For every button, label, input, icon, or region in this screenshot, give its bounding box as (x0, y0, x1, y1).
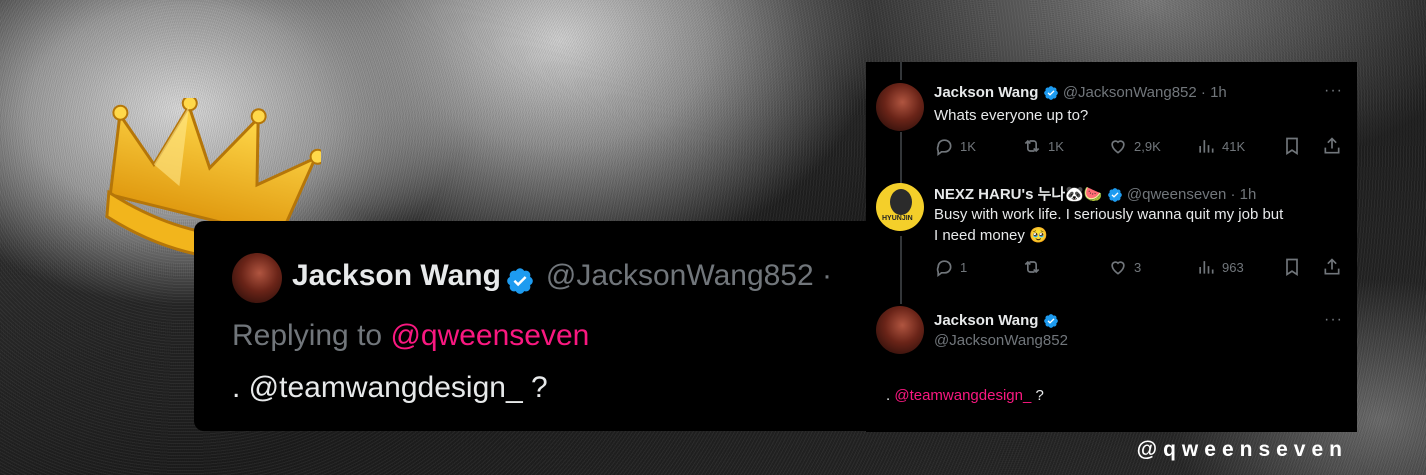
like-icon (1111, 261, 1125, 275)
watermark: @qweenseven (1136, 438, 1348, 461)
reply-button[interactable]: 1 (934, 257, 967, 277)
author-handle[interactable]: @JacksonWang852 · (546, 259, 832, 292)
thread-line (900, 236, 902, 304)
repost-icon (1024, 139, 1040, 153)
repost-button[interactable] (1022, 257, 1048, 277)
text-suffix: ? (1031, 387, 1044, 404)
tweet1-header: Jackson Wang @JacksonWang852 · 1h (934, 84, 1227, 101)
verified-icon (1107, 188, 1122, 202)
big-tweet-card: Jackson Wang @JacksonWang852 · Replying … (194, 221, 894, 431)
like-button[interactable]: 2,9K (1108, 136, 1161, 156)
repost-icon (1024, 260, 1040, 274)
tweet3-header: Jackson Wang (934, 312, 1059, 329)
author-handle[interactable]: @JacksonWang852 · 1h (1063, 84, 1227, 101)
share-button[interactable] (1322, 257, 1342, 277)
share-button[interactable] (1322, 136, 1342, 156)
avatar-face (890, 189, 912, 215)
tweet1-text: Whats everyone up to? (934, 107, 1089, 124)
author-name[interactable]: Jackson Wang (292, 259, 501, 292)
views-icon (1199, 140, 1214, 153)
thread-line (900, 132, 902, 184)
reply-icon (936, 260, 952, 277)
tweet1-actions: 1K 1K 2,9K 41K (934, 136, 1340, 156)
mention-link[interactable]: @teamwangdesign_ (894, 387, 1031, 404)
like-count: 3 (1134, 259, 1142, 275)
views-count: 963 (1222, 259, 1244, 275)
more-icon[interactable]: ··· (1324, 82, 1343, 100)
bookmark-icon (1286, 137, 1298, 156)
replying-handle-link[interactable]: @qweenseven (390, 319, 589, 352)
tweet2-text-line1: Busy with work life. I seriously wanna q… (934, 206, 1284, 223)
author-name[interactable]: NEXZ HARU's 누나🐼🍉 (934, 186, 1103, 203)
author-handle[interactable]: @qweenseven · 1h (1127, 186, 1256, 203)
repost-count: 1K (1048, 138, 1064, 154)
views-button[interactable]: 41K (1196, 136, 1245, 156)
avatar[interactable] (876, 83, 924, 131)
reply-count: 1 (960, 259, 968, 275)
author-name[interactable]: Jackson Wang (934, 84, 1038, 101)
repost-button[interactable]: 1K (1022, 136, 1064, 156)
avatar-label: HYUNJIN (882, 215, 913, 222)
tweet3-text: . @teamwangdesign_ ? (886, 385, 1044, 406)
text-prefix: . (232, 371, 249, 404)
text-suffix: ? (522, 371, 548, 404)
tweet2-text-line2: I need money 🥹 (934, 227, 1048, 244)
avatar[interactable] (876, 306, 924, 354)
verified-icon (507, 267, 534, 294)
share-icon (1324, 258, 1340, 275)
bookmark-button[interactable] (1282, 257, 1302, 277)
views-count: 41K (1222, 138, 1246, 154)
bookmark-button[interactable] (1282, 136, 1302, 156)
reply-icon (936, 139, 952, 156)
tweet-text: . @teamwangdesign_ ? (232, 371, 548, 405)
views-icon (1199, 261, 1214, 274)
tweet2-actions: 1 3 963 (934, 257, 1340, 277)
views-button[interactable]: 963 (1196, 257, 1244, 277)
mention-link[interactable]: @teamwangdesign_ (249, 371, 523, 404)
replying-label: Replying to (232, 319, 391, 352)
like-button[interactable]: 3 (1108, 257, 1141, 277)
like-icon (1111, 140, 1125, 154)
thread-panel: Jackson Wang @JacksonWang852 · 1h ··· Wh… (866, 62, 1357, 432)
bookmark-icon (1286, 258, 1298, 277)
verified-icon (1043, 86, 1058, 100)
more-icon[interactable]: ··· (1324, 311, 1343, 329)
big-tweet-header: Jackson Wang @JacksonWang852 · (292, 259, 832, 296)
reply-count: 1K (960, 138, 976, 154)
reply-button[interactable]: 1K (934, 136, 976, 156)
verified-icon (1043, 314, 1058, 328)
share-icon (1324, 137, 1340, 154)
avatar[interactable]: HYUNJIN (876, 183, 924, 231)
author-handle[interactable]: @JacksonWang852 (934, 332, 1068, 349)
avatar[interactable] (232, 253, 282, 303)
thread-line (900, 62, 902, 80)
replying-to: Replying to @qweenseven (232, 319, 589, 353)
author-name[interactable]: Jackson Wang (934, 312, 1038, 329)
like-count: 2,9K (1134, 138, 1161, 154)
tweet2-header: NEXZ HARU's 누나🐼🍉 @qweenseven · 1h (934, 183, 1256, 204)
